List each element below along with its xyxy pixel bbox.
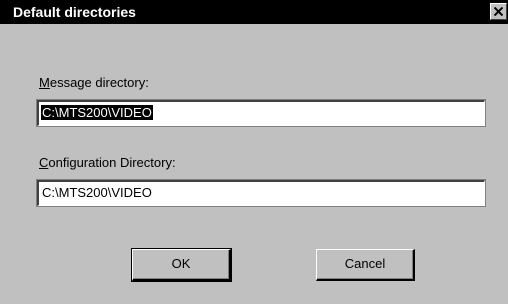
ok-button-label: OK: [171, 256, 191, 271]
configuration-directory-value: C:\MTS200\VIDEO: [42, 185, 152, 200]
message-directory-label: Message directory:: [39, 75, 149, 90]
message-directory-value: C:\MTS200\VIDEO: [41, 105, 153, 120]
message-directory-label-text: essage directory:: [49, 75, 149, 90]
configuration-directory-label-text: onfiguration Directory:: [48, 155, 176, 170]
configuration-directory-input[interactable]: C:\MTS200\VIDEO: [36, 179, 486, 207]
configuration-directory-label-accelerator: C: [39, 155, 49, 170]
message-directory-input[interactable]: C:\MTS200\VIDEO: [36, 99, 486, 127]
message-directory-label-accelerator: M: [39, 75, 50, 90]
configuration-directory-label: Configuration Directory:: [39, 155, 176, 170]
window-title: Default directories: [13, 4, 136, 20]
close-icon: [494, 7, 503, 16]
cancel-button[interactable]: Cancel: [316, 249, 415, 281]
close-button[interactable]: [490, 3, 507, 20]
cancel-button-label: Cancel: [344, 256, 386, 271]
title-bar[interactable]: Default directories: [0, 0, 508, 24]
default-directories-dialog: Default directories Message directory: C…: [0, 0, 508, 304]
ok-button[interactable]: OK: [131, 248, 232, 282]
